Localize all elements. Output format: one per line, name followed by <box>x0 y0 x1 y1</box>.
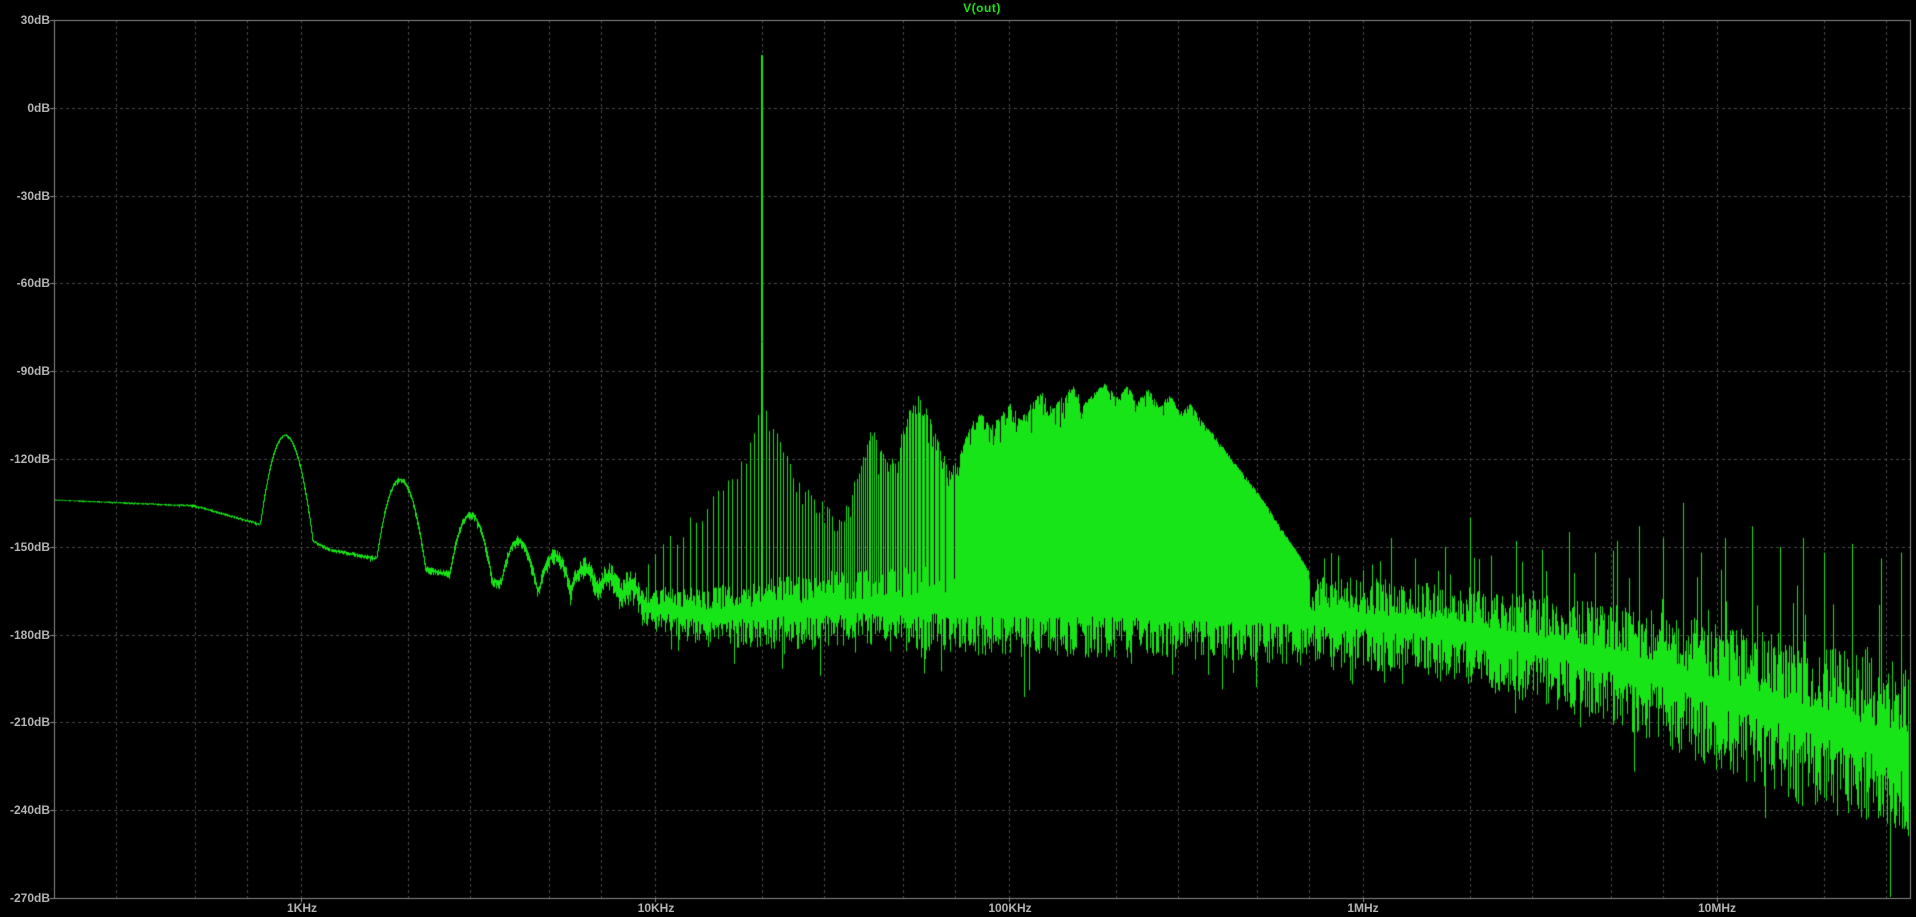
y-tick-label: -180dB <box>9 628 50 642</box>
x-tick-label: 1KHz <box>286 901 317 915</box>
y-tick-label: -210dB <box>9 715 50 729</box>
y-tick-label: -270dB <box>9 891 50 905</box>
fft-plot-canvas[interactable] <box>0 0 1916 917</box>
x-tick-label: 1MHz <box>1347 901 1379 915</box>
y-tick-label: 30dB <box>20 13 50 27</box>
y-tick-label: -60dB <box>16 276 50 290</box>
x-tick-label: 100KHz <box>988 901 1032 915</box>
y-tick-label: -240dB <box>9 803 50 817</box>
y-tick-label: -90dB <box>16 364 50 378</box>
y-tick-label: -120dB <box>9 452 50 466</box>
x-tick-label: 10KHz <box>637 901 675 915</box>
y-tick-label: -150dB <box>9 540 50 554</box>
waveform-viewer-pane: V(out) 30dB 0dB -30dB -60dB -90dB -120dB… <box>0 0 1916 917</box>
y-tick-label: 0dB <box>27 101 50 115</box>
x-tick-label: 10MHz <box>1697 901 1736 915</box>
y-tick-label: -30dB <box>16 189 50 203</box>
trace-label[interactable]: V(out) <box>54 1 1910 15</box>
